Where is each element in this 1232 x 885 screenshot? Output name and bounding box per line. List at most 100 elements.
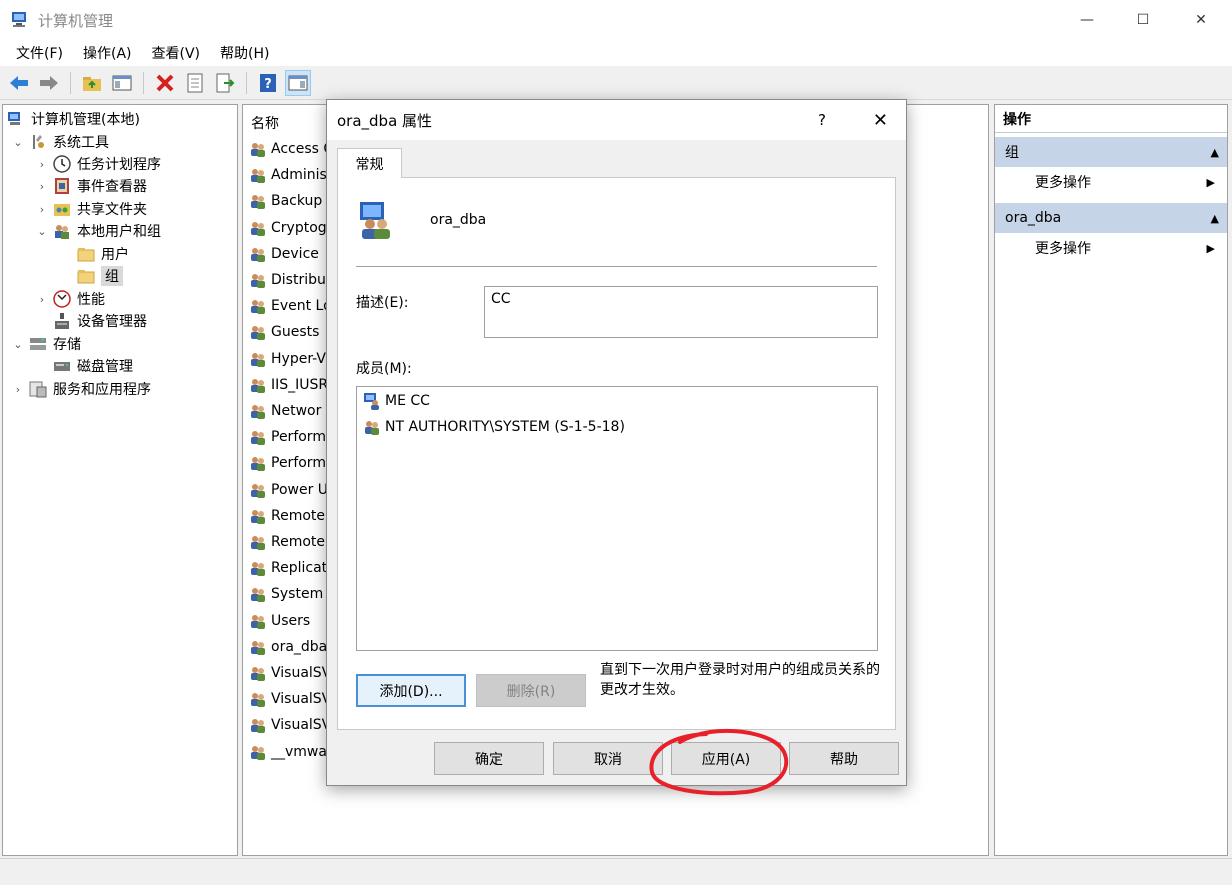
list-item[interactable]: Backup (249, 189, 322, 213)
members-list[interactable]: ME CC NT AUTHORITY\SYSTEM (S-1-5-18) (356, 386, 878, 651)
delete-button[interactable] (152, 70, 178, 96)
cancel-button[interactable]: 取消 (553, 742, 663, 775)
list-item-label: Guests (271, 324, 320, 341)
dialog-title: ora_dba 属性 (337, 111, 433, 130)
storage-icon (29, 335, 47, 353)
column-header-name[interactable]: 名称 (251, 113, 279, 133)
list-item-label: VisualSV (271, 665, 332, 681)
list-item-label: Perform (271, 455, 326, 472)
list-item-label: Hyper-V (271, 350, 326, 367)
group-icon (249, 297, 267, 315)
tree-item-computer-management[interactable]: 计算机管理(本地) (7, 108, 140, 130)
list-item[interactable]: VisualSV (249, 713, 331, 737)
menu-help[interactable]: 帮助(H) (210, 43, 279, 63)
list-item[interactable]: Cryptog (249, 216, 327, 240)
ok-button[interactable]: 确定 (434, 742, 544, 775)
svg-text:?: ? (264, 77, 272, 92)
tree-item-disk-management[interactable]: 磁盘管理 (53, 355, 133, 377)
tree-item-label: 磁盘管理 (77, 359, 133, 375)
list-item[interactable]: VisualSV (249, 661, 331, 685)
apply-button[interactable]: 应用(A) (671, 742, 781, 775)
tree-item-services-apps[interactable]: › 服务和应用程序 (11, 378, 151, 400)
list-item[interactable]: Guests (249, 320, 319, 344)
back-button[interactable] (6, 70, 32, 96)
group-icon (249, 454, 267, 472)
list-item[interactable]: Adminis (249, 163, 327, 187)
list-item[interactable]: Networ (249, 399, 321, 423)
show-hide-tree-button[interactable] (109, 70, 135, 96)
chevron-right-icon[interactable]: › (35, 203, 49, 216)
help-toolbar-button[interactable]: ? (255, 70, 281, 96)
member-item[interactable]: NT AUTHORITY\SYSTEM (S-1-5-18) (363, 415, 625, 439)
tree-item-task-scheduler[interactable]: › 任务计划程序 (35, 153, 161, 175)
chevron-down-icon[interactable]: ⌄ (11, 136, 25, 149)
tree-item-performance[interactable]: › 性能 (35, 288, 105, 310)
tree-item-event-viewer[interactable]: › 事件查看器 (35, 175, 147, 197)
list-item[interactable]: IIS_IUSR (249, 373, 328, 397)
more-actions-groups[interactable]: 更多操作 ▶ (995, 167, 1227, 197)
list-item[interactable]: __vmwa (249, 740, 327, 764)
more-actions-ora-dba[interactable]: 更多操作 ▶ (995, 233, 1227, 263)
tree-item-label: 用户 (101, 247, 129, 263)
description-input[interactable]: CC (484, 286, 878, 338)
back-arrow-icon (10, 76, 28, 90)
menu-view[interactable]: 查看(V) (142, 43, 211, 63)
actions-group-groups[interactable]: 组 ▲ (995, 137, 1227, 167)
tree-item-label: 任务计划程序 (77, 157, 161, 173)
add-member-button[interactable]: 添加(D)... (356, 674, 466, 707)
list-item[interactable]: VisualSV (249, 687, 331, 711)
list-item[interactable]: Perform (249, 451, 326, 475)
list-item[interactable]: System (249, 582, 323, 606)
tree-item-groups[interactable]: 组 (77, 265, 123, 287)
group-icon (356, 200, 396, 240)
collapse-up-icon[interactable]: ▲ (1211, 212, 1219, 225)
list-item[interactable]: Replicat (249, 556, 327, 580)
up-level-button[interactable] (79, 70, 105, 96)
help-button[interactable]: 帮助 (789, 742, 899, 775)
forward-button[interactable] (36, 70, 62, 96)
dialog-close-button[interactable]: ✕ (873, 100, 888, 140)
list-item[interactable]: Users (249, 609, 310, 633)
list-item[interactable]: Hyper-V (249, 347, 326, 371)
tree-item-users[interactable]: 用户 (77, 243, 129, 265)
menu-file[interactable]: 文件(F) (6, 43, 73, 63)
remove-member-button[interactable]: 删除(R) (476, 674, 586, 707)
properties-button[interactable] (182, 70, 208, 96)
collapse-up-icon[interactable]: ▲ (1211, 146, 1219, 159)
chevron-right-icon[interactable]: › (35, 158, 49, 171)
close-button[interactable]: ✕ (1172, 0, 1230, 40)
chevron-right-icon[interactable]: › (35, 180, 49, 193)
tab-general[interactable]: 常规 (337, 148, 402, 178)
menu-action[interactable]: 操作(A) (73, 43, 142, 63)
maximize-button[interactable]: ☐ (1114, 0, 1172, 40)
chevron-right-icon[interactable]: › (35, 293, 49, 306)
list-item[interactable]: Access C (249, 137, 333, 161)
title-bar: 计算机管理 — ☐ ✕ (0, 0, 1232, 40)
tree-item-storage[interactable]: ⌄ 存储 (11, 333, 81, 355)
members-label: 成员(M): (356, 361, 412, 377)
tree-item-shared-folders[interactable]: › 共享文件夹 (35, 198, 147, 220)
description-label: 描述(E): (356, 295, 409, 311)
show-action-pane-button[interactable] (285, 70, 311, 96)
list-item[interactable]: Power U (249, 478, 328, 502)
chevron-down-icon[interactable]: ⌄ (35, 225, 49, 238)
tree-item-label: 设备管理器 (77, 314, 147, 330)
tab-page-general: ora_dba 描述(E): CC 成员(M): ME CC NT AUTHOR… (337, 177, 896, 730)
minimize-button[interactable]: — (1058, 0, 1116, 40)
tree-item-system-tools[interactable]: ⌄ 系统工具 (11, 131, 109, 153)
dialog-help-button[interactable]: ? (818, 100, 826, 140)
list-item[interactable]: Remote (249, 530, 325, 554)
tree-item-device-manager[interactable]: 设备管理器 (53, 310, 147, 332)
chevron-down-icon[interactable]: ⌄ (11, 338, 25, 351)
list-item[interactable]: ora_dba (249, 635, 327, 659)
list-item[interactable]: Distribut (249, 268, 331, 292)
list-item[interactable]: Perform (249, 425, 326, 449)
chevron-right-icon[interactable]: › (11, 383, 25, 396)
member-item[interactable]: ME CC (363, 389, 430, 413)
list-item[interactable]: Remote (249, 504, 325, 528)
export-list-button[interactable] (212, 70, 238, 96)
tree-item-local-users-groups[interactable]: ⌄ 本地用户和组 (35, 220, 161, 242)
list-item[interactable]: Device (249, 242, 319, 266)
list-item[interactable]: Event Lo (249, 294, 332, 318)
actions-group-ora-dba[interactable]: ora_dba ▲ (995, 203, 1227, 233)
